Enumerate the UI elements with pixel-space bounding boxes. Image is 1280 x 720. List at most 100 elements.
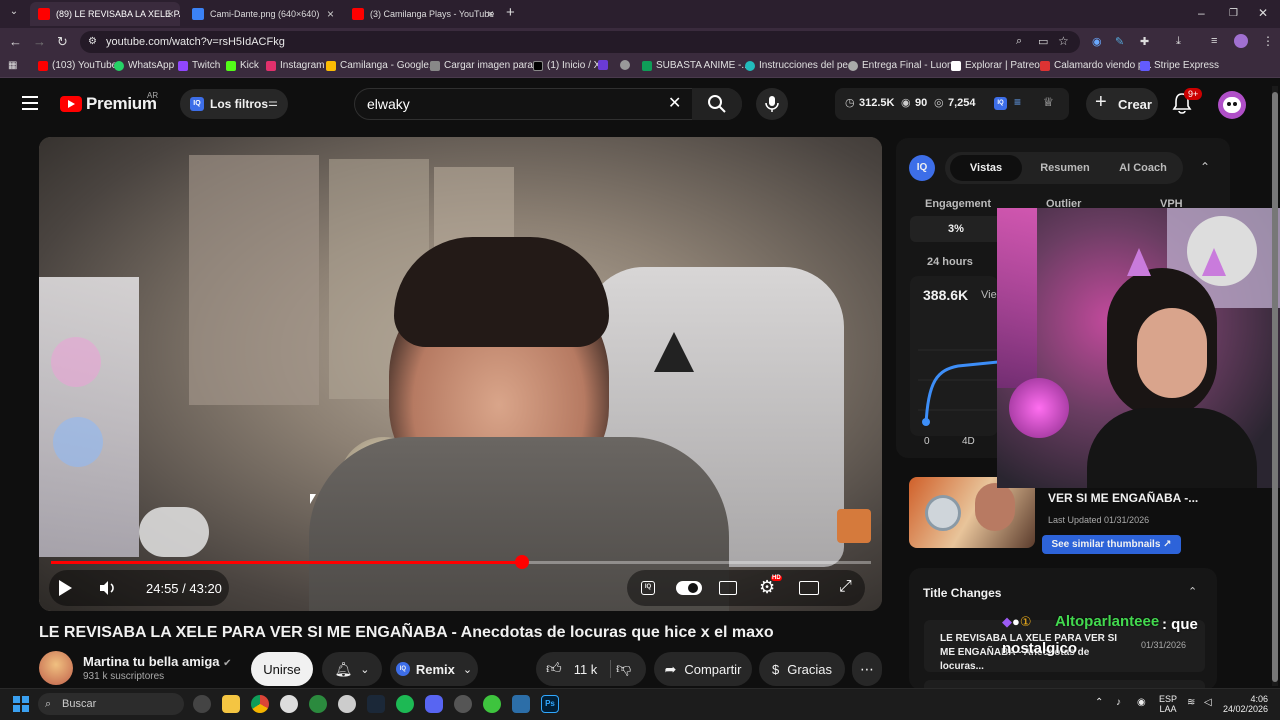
bookmark-item[interactable]: (1) Inicio / X	[533, 60, 600, 71]
tab-search-button[interactable]: ⌄	[6, 6, 22, 22]
close-icon[interactable]: ×	[327, 7, 334, 21]
bookmark-item[interactable]: Calamardo viendo p...	[1040, 60, 1152, 71]
windows-start-icon[interactable]	[13, 696, 29, 712]
thanks-button[interactable]: $ Gracias	[759, 652, 845, 686]
apps-icon[interactable]: ▦	[8, 60, 17, 71]
bookmark-item[interactable]: SUBASTA ANIME -...	[642, 60, 750, 71]
maximize-button[interactable]: ❐	[1229, 8, 1238, 19]
tab-video[interactable]: (89) LE REVISABA LA XELE PARA ×	[30, 2, 180, 26]
hamburger-menu-icon[interactable]	[22, 96, 38, 110]
bookmark-item[interactable]: Entrega Final - Luon...	[848, 60, 961, 71]
subscribed-bell-button[interactable]: 🔔︎ ⌄	[322, 652, 382, 686]
thumbs-down-icon[interactable]: 👎︎	[616, 660, 631, 678]
scrollbar-thumb[interactable]	[1272, 92, 1278, 682]
extension-icon[interactable]: ✎	[1115, 35, 1124, 48]
bookmark-item[interactable]: Cargar imagen para...	[430, 60, 541, 71]
bookmark-item[interactable]	[598, 60, 612, 70]
trophy-icon[interactable]: ♕	[1043, 95, 1054, 109]
app-icon[interactable]	[338, 695, 356, 713]
language-indicator[interactable]: ESP LAA	[1156, 694, 1180, 714]
back-button[interactable]: ←	[9, 34, 22, 49]
vidiq-stats-pill[interactable]: ◷ 312.5K ◉ 90 ◎ 7,254 IQ ≡ ♕	[835, 88, 1069, 120]
tab-vistas[interactable]: Vistas	[950, 155, 1022, 181]
youtube-premium-logo[interactable]: Premium	[60, 94, 157, 114]
channel-avatar[interactable]	[39, 651, 73, 685]
volume-tray-icon[interactable]: ◁	[1204, 697, 1212, 708]
tab-ai-coach[interactable]: AI Coach	[1108, 162, 1178, 174]
app-icon[interactable]	[454, 695, 472, 713]
bookmark-item[interactable]: Kick	[226, 60, 259, 71]
search-button[interactable]	[692, 88, 742, 120]
address-bar[interactable]: ⚙ youtube.com/watch?v=rsH5IdACFkg	[80, 31, 1080, 53]
bookmark-item[interactable]: Explorar | Patreon	[951, 60, 1045, 71]
app-icon[interactable]	[512, 695, 530, 713]
subtitles-icon[interactable]	[719, 581, 737, 595]
close-window-button[interactable]: ✕	[1258, 6, 1268, 20]
notifications-button[interactable]: 9+	[1172, 88, 1203, 116]
app-icon[interactable]	[280, 695, 298, 713]
tab-image[interactable]: Cami-Dante.png (640×640) ×	[184, 2, 340, 26]
bookmark-item[interactable]: Twitch	[178, 60, 220, 71]
extension-icon[interactable]: ◉	[1092, 35, 1102, 48]
bookmark-item[interactable]: Stripe Express	[1140, 60, 1219, 71]
cast-icon[interactable]: ▭	[1038, 35, 1048, 48]
reload-button[interactable]: ↻	[57, 34, 68, 50]
taskbar-search[interactable]: ⌕ Buscar	[38, 693, 184, 715]
clear-search-icon[interactable]: ✕	[668, 93, 681, 113]
network-icon[interactable]: ◉	[1137, 697, 1146, 708]
like-button[interactable]: 👍︎ 11 k 👎︎	[536, 652, 646, 686]
channel-name[interactable]: Martina tu bella amiga ✔	[83, 654, 232, 669]
filters-button[interactable]: IQ Los filtros ⚌	[180, 89, 288, 119]
reading-list-icon[interactable]: ≡	[1211, 35, 1217, 47]
tab-channel[interactable]: (3) Camilanga Plays - YouTube ×	[344, 2, 500, 26]
minimize-button[interactable]: –	[1198, 6, 1205, 20]
app-icon[interactable]	[309, 695, 327, 713]
bookmark-item[interactable]: Instrucciones del pe...	[745, 60, 856, 71]
create-button[interactable]: + Crear	[1086, 88, 1158, 120]
wifi-icon[interactable]: ≋	[1187, 697, 1195, 708]
progress-scrubber[interactable]	[515, 555, 529, 569]
microphone-tray-icon[interactable]: ♪	[1116, 697, 1121, 708]
play-button[interactable]	[59, 580, 72, 596]
discord-icon[interactable]	[425, 695, 443, 713]
bookmark-item[interactable]: (103) YouTube	[38, 60, 117, 71]
tab-resumen[interactable]: Resumen	[1032, 162, 1098, 174]
zoom-icon[interactable]: ⌕	[1016, 35, 1022, 48]
app-icon[interactable]	[483, 695, 501, 713]
collapse-chevron-icon[interactable]: ⌃	[1188, 585, 1197, 598]
settings-gear-icon[interactable]: ⚙ HD	[759, 575, 782, 598]
task-view-icon[interactable]	[193, 695, 211, 713]
see-similar-thumbnails-button[interactable]: See similar thumbnails ↗	[1042, 535, 1181, 554]
bookmark-item[interactable]: Instagram	[266, 60, 324, 71]
more-actions-button[interactable]: ⋯	[852, 652, 882, 686]
photoshop-icon[interactable]: Ps	[541, 695, 559, 713]
forward-button[interactable]: →	[33, 34, 46, 49]
spotify-icon[interactable]	[396, 695, 414, 713]
new-tab-button[interactable]: +	[506, 4, 515, 21]
bookmark-item[interactable]: WhatsApp	[114, 60, 174, 71]
iq-icon[interactable]: IQ	[994, 97, 1007, 110]
autoplay-toggle[interactable]	[676, 581, 702, 595]
star-icon[interactable]: ☆	[1058, 34, 1069, 48]
site-info-icon[interactable]: ⚙	[88, 31, 97, 53]
bookmark-item[interactable]	[620, 60, 634, 70]
clock[interactable]: 4:06 24/02/2026	[1220, 694, 1268, 714]
steam-icon[interactable]	[367, 695, 385, 713]
collapse-chevron-icon[interactable]: ⌃	[1200, 160, 1210, 174]
video-player[interactable]: 24:55 / 43:20 IQ ⚙ HD ⤢	[39, 137, 882, 611]
list-icon[interactable]: ≡	[1014, 95, 1021, 109]
profile-avatar[interactable]	[1234, 34, 1248, 48]
close-icon[interactable]: ×	[487, 7, 494, 21]
search-input[interactable]: elwaky	[354, 88, 742, 120]
account-avatar[interactable]	[1218, 91, 1246, 119]
tray-chevron-icon[interactable]: ⌃	[1095, 697, 1103, 708]
bookmark-item[interactable]: Camilanga - Google...	[326, 60, 437, 71]
fullscreen-icon[interactable]: ⤢	[839, 578, 852, 596]
iq-icon[interactable]: IQ	[641, 581, 655, 595]
close-icon[interactable]: ×	[167, 7, 174, 21]
menu-icon[interactable]: ⋮	[1262, 34, 1274, 48]
share-button[interactable]: ➦ Compartir	[654, 652, 752, 686]
join-button[interactable]: Unirse	[251, 652, 313, 686]
remix-button[interactable]: IQ Remix ⌄	[390, 652, 478, 686]
download-icon[interactable]: ⤓	[1176, 35, 1181, 48]
